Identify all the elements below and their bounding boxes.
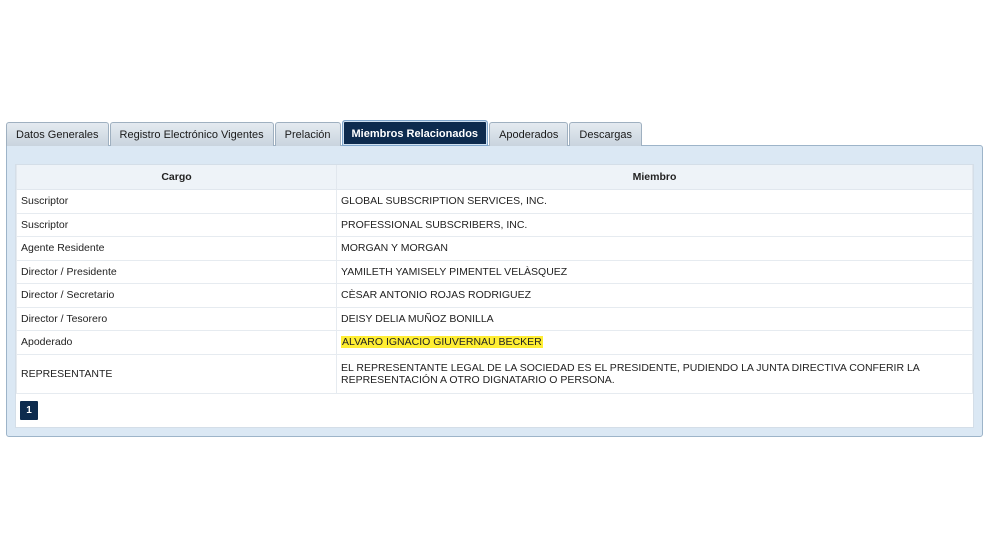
- column-header-miembro[interactable]: Miembro: [336, 165, 973, 190]
- table-row: Director / Presidente YAMILETH YAMISELY …: [16, 259, 973, 284]
- tab-panel: Cargo Miembro Suscriptor GLOBAL SUBSCRIP…: [6, 145, 983, 437]
- cell-miembro: CÈSAR ANTONIO ROJAS RODRIGUEZ: [336, 283, 973, 308]
- tab-descargas[interactable]: Descargas: [569, 122, 642, 146]
- cell-cargo: Suscriptor: [16, 212, 337, 237]
- table-row: Agente Residente MORGAN Y MORGAN: [16, 236, 973, 261]
- table-header-row: Cargo Miembro: [16, 165, 973, 190]
- column-header-cargo[interactable]: Cargo: [16, 165, 337, 190]
- table-row: Suscriptor PROFESSIONAL SUBSCRIBERS, INC…: [16, 212, 973, 237]
- highlighted-member-name: ALVARO IGNACIO GIUVERNAU BECKER: [341, 336, 543, 349]
- tab-datos-generales[interactable]: Datos Generales: [6, 122, 109, 146]
- table-row: Director / Secretario CÈSAR ANTONIO ROJA…: [16, 283, 973, 308]
- tab-bar: Datos Generales Registro Electrónico Vig…: [6, 120, 983, 146]
- cell-miembro: EL REPRESENTANTE LEGAL DE LA SOCIEDAD ES…: [336, 353, 973, 394]
- cell-cargo: Apoderado: [16, 330, 337, 355]
- cell-miembro: ALVARO IGNACIO GIUVERNAU BECKER: [336, 330, 973, 355]
- table-row: REPRESENTANTE EL REPRESENTANTE LEGAL DE …: [16, 353, 973, 394]
- tab-widget: Datos Generales Registro Electrónico Vig…: [6, 120, 983, 437]
- cell-cargo: Agente Residente: [16, 236, 337, 261]
- cell-miembro: YAMILETH YAMISELY PIMENTEL VELÀSQUEZ: [336, 259, 973, 284]
- tab-prelacion[interactable]: Prelación: [274, 122, 341, 146]
- cell-miembro: MORGAN Y MORGAN: [336, 236, 973, 261]
- table-row: Director / Tesorero DEISY DELIA MUÑOZ BO…: [16, 306, 973, 331]
- cell-cargo: REPRESENTANTE: [16, 353, 337, 394]
- cell-miembro: GLOBAL SUBSCRIPTION SERVICES, INC.: [336, 189, 973, 214]
- cell-cargo: Director / Presidente: [16, 259, 337, 284]
- tab-registro-electronico-vigentes[interactable]: Registro Electrónico Vigentes: [109, 122, 274, 146]
- members-table-container: Cargo Miembro Suscriptor GLOBAL SUBSCRIP…: [15, 164, 974, 428]
- members-table: Cargo Miembro Suscriptor GLOBAL SUBSCRIP…: [16, 165, 973, 394]
- table-row: Apoderado ALVARO IGNACIO GIUVERNAU BECKE…: [16, 330, 973, 355]
- cell-cargo: Director / Secretario: [16, 283, 337, 308]
- cell-cargo: Suscriptor: [16, 189, 337, 214]
- tab-apoderados[interactable]: Apoderados: [489, 122, 569, 146]
- tab-miembros-relacionados[interactable]: Miembros Relacionados: [341, 120, 489, 146]
- cell-miembro: PROFESSIONAL SUBSCRIBERS, INC.: [336, 212, 973, 237]
- cell-miembro: DEISY DELIA MUÑOZ BONILLA: [336, 306, 973, 331]
- cell-cargo: Director / Tesorero: [16, 306, 337, 331]
- table-row: Suscriptor GLOBAL SUBSCRIPTION SERVICES,…: [16, 189, 973, 214]
- pagination-page-button[interactable]: 1: [20, 401, 38, 420]
